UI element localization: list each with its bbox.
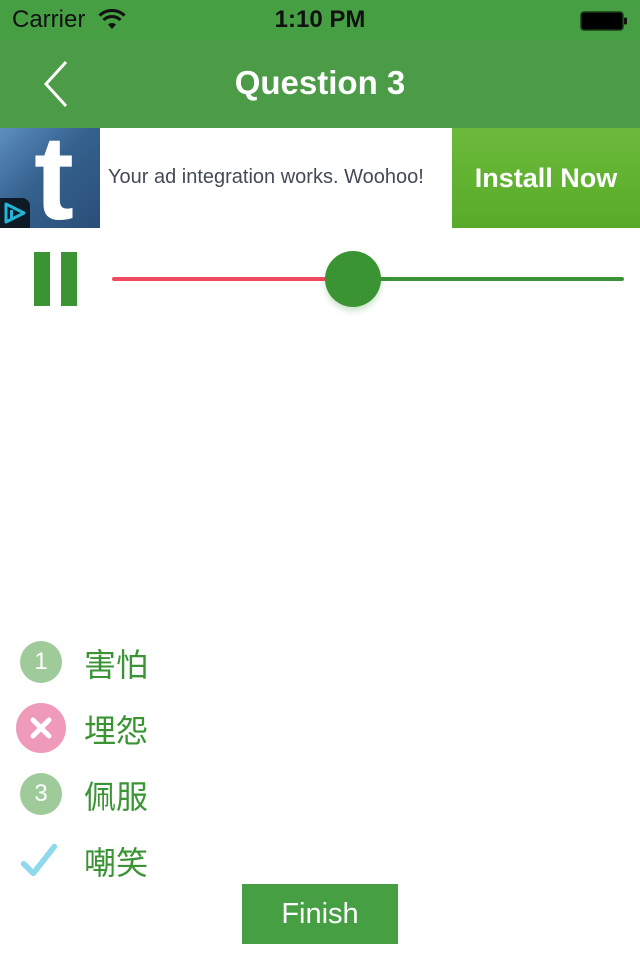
clock: 1:10 PM (274, 6, 366, 33)
played-track (112, 277, 353, 281)
status-bar: Carrier 1:10 PM (0, 0, 640, 40)
remaining-track (352, 277, 624, 281)
audio-progress-slider[interactable] (112, 251, 624, 307)
answer-option-3[interactable]: 3 佩服 (0, 760, 640, 826)
ad-text: Your ad integration works. Woohoo! (108, 166, 424, 188)
slider-thumb[interactable] (324, 251, 381, 307)
ad-app-icon[interactable]: t (0, 128, 100, 228)
audio-player (0, 240, 640, 320)
answer-option-2[interactable]: 埋怨 (0, 694, 640, 760)
number-badge-icon: 1 (20, 641, 62, 683)
page-title: Question 3 (234, 64, 406, 101)
finish-button[interactable]: Finish (242, 884, 398, 944)
checkmark-icon (18, 839, 60, 881)
battery-full-icon (580, 11, 627, 31)
pause-icon[interactable] (34, 252, 78, 306)
ad-network-badge (0, 198, 30, 228)
install-now-button[interactable]: Install Now (452, 128, 640, 228)
answer-option-1[interactable]: 1 害怕 (0, 628, 640, 694)
navigation-bar: Question 3 (0, 40, 640, 128)
number-badge-icon: 3 (20, 773, 62, 815)
x-icon (16, 703, 66, 753)
answer-text: 埋怨 (84, 712, 149, 750)
play-badge-icon (4, 202, 26, 224)
ad-banner[interactable]: t Your ad integration works. Woohoo! Ins… (0, 128, 640, 228)
answer-text: 害怕 (84, 646, 149, 684)
answer-text: 嘲笑 (84, 844, 149, 882)
answer-option-4[interactable]: 嘲笑 (0, 826, 640, 892)
ad-app-icon-letter: t (34, 128, 74, 228)
answer-text: 佩服 (84, 778, 149, 816)
